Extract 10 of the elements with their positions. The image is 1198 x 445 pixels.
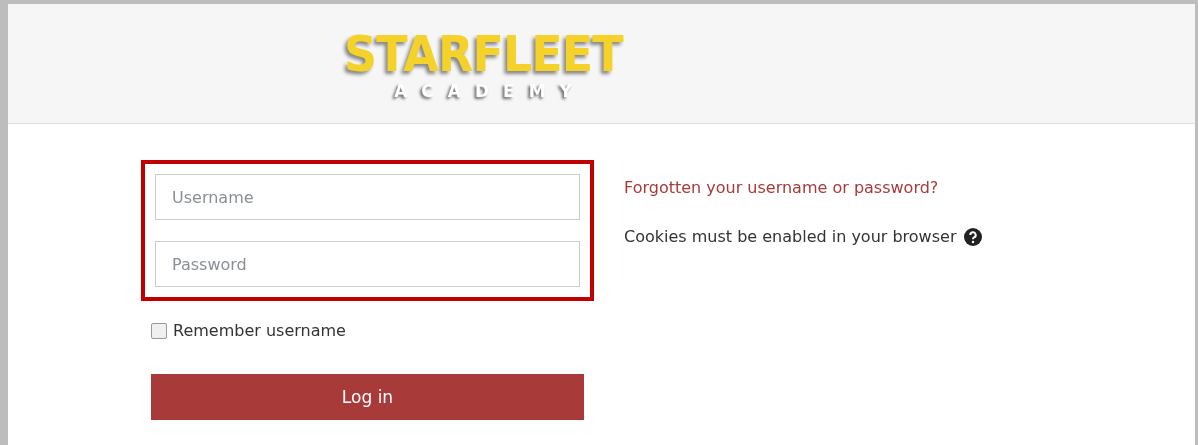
logo-title: STARFLEET — [343, 26, 623, 81]
logo-subtitle: ACADEMY — [394, 80, 586, 101]
help-icon[interactable] — [964, 227, 983, 246]
remember-checkbox[interactable] — [151, 322, 167, 339]
login-button[interactable]: Log in — [151, 374, 584, 420]
forgot-password-link[interactable]: Forgotten your username or password? — [624, 178, 939, 197]
password-field[interactable]: Password — [155, 241, 580, 287]
cookies-note: Cookies must be enabled in your browser — [624, 227, 957, 246]
remember-label: Remember username — [173, 321, 346, 340]
username-field[interactable]: Username — [155, 174, 580, 220]
